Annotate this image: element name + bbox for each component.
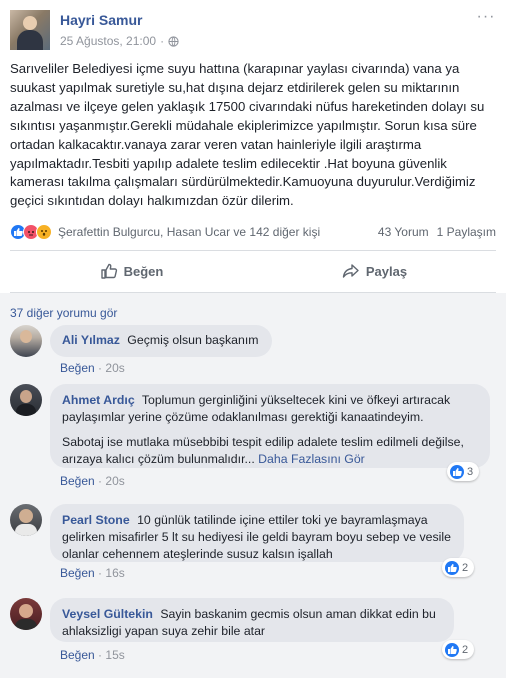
comment-like-count[interactable]: 3 <box>447 462 480 481</box>
comment-text: Geçmiş olsun başkanım <box>127 333 259 347</box>
comments-count[interactable]: 43 Yorum <box>378 225 429 239</box>
like-label: Beğen <box>123 263 164 279</box>
wow-reaction-icon <box>36 224 52 240</box>
meta-separator: · <box>160 34 165 48</box>
like-count: 3 <box>467 465 474 478</box>
comment-item: Ali Yılmaz Geçmiş olsun başkanım Beğen ·… <box>10 325 506 375</box>
like-count: 2 <box>462 643 469 656</box>
commenter-avatar[interactable] <box>10 598 42 630</box>
comment-author[interactable]: Ahmet Ardıç <box>62 393 135 407</box>
post-body-text: Sarıveliler Belediyesi içme suyu hattına… <box>10 61 485 209</box>
comment-bubble: Pearl Stone 10 günlük tatilinde içine et… <box>50 504 464 562</box>
comment-item: Veysel Gültekin Sayin baskanim gecmis ol… <box>10 598 506 670</box>
comment-time[interactable]: 15s <box>105 648 124 662</box>
separator: · <box>98 566 103 580</box>
share-button[interactable]: Paylaş <box>253 252 496 290</box>
comment-like-button[interactable]: Beğen <box>60 361 95 375</box>
commenter-avatar[interactable] <box>10 325 42 357</box>
shares-count[interactable]: 1 Paylaşım <box>437 225 496 239</box>
comment-actions: Beğen · 20s <box>60 474 125 488</box>
comment-bubble: Ahmet Ardıç Toplumun gerginliğini yüksel… <box>50 384 490 468</box>
more-options-button[interactable]: ··· <box>476 9 496 26</box>
comment-author[interactable]: Ali Yılmaz <box>62 333 120 347</box>
comment-item: Pearl Stone 10 günlük tatilinde içine et… <box>10 504 506 590</box>
like-reaction-icon <box>450 464 464 479</box>
comment-like-count[interactable]: 2 <box>442 640 475 659</box>
divider <box>10 250 496 251</box>
share-arrow-icon <box>342 264 359 278</box>
thumbs-up-icon <box>100 263 117 279</box>
comment-like-button[interactable]: Beğen <box>60 648 95 662</box>
globe-icon[interactable] <box>168 35 179 47</box>
reactions-bar: Şerafettin Bulgurcu, Hasan Ucar ve 142 d… <box>10 222 496 242</box>
post-meta: 25 Ağustos, 21:00 · <box>60 34 179 48</box>
comments-section: 37 diğer yorumu gör Ali Yılmaz Geçmiş ol… <box>0 293 506 678</box>
comment-author[interactable]: Pearl Stone <box>62 513 130 527</box>
post-timestamp[interactable]: 25 Ağustos, 21:00 <box>60 34 156 48</box>
comment-bubble: Ali Yılmaz Geçmiş olsun başkanım <box>50 325 272 357</box>
post-author-name[interactable]: Hayri Samur <box>60 12 142 28</box>
author-avatar[interactable] <box>10 10 50 50</box>
comment-like-button[interactable]: Beğen <box>60 566 95 580</box>
separator: · <box>98 474 103 488</box>
post-header: Hayri Samur 25 Ağustos, 21:00 · ··· <box>10 9 496 54</box>
share-label: Paylaş <box>365 263 408 279</box>
comment-bubble: Veysel Gültekin Sayin baskanim gecmis ol… <box>50 598 454 642</box>
comment-author[interactable]: Veysel Gültekin <box>62 607 153 621</box>
separator: · <box>98 648 103 662</box>
view-more-comments-link[interactable]: 37 diğer yorumu gör <box>10 306 117 320</box>
separator: · <box>98 361 103 375</box>
comment-item: Ahmet Ardıç Toplumun gerginliğini yüksel… <box>10 384 506 496</box>
reaction-icons[interactable] <box>10 224 52 240</box>
post-actions: Beğen Paylaş <box>10 252 496 290</box>
comment-actions: Beğen · 15s <box>60 648 125 662</box>
comment-time[interactable]: 20s <box>105 361 124 375</box>
commenter-avatar[interactable] <box>10 504 42 536</box>
comment-time[interactable]: 20s <box>105 474 124 488</box>
comment-like-button[interactable]: Beğen <box>60 474 95 488</box>
like-reaction-icon <box>445 560 459 575</box>
reactors-list[interactable]: Şerafettin Bulgurcu, Hasan Ucar ve 142 d… <box>58 225 320 239</box>
like-reaction-icon <box>445 642 459 657</box>
comment-like-count[interactable]: 2 <box>442 558 475 577</box>
see-more-link[interactable]: Daha Fazlasını Gör <box>258 452 365 466</box>
comment-actions: Beğen · 20s <box>60 361 125 375</box>
comment-actions: Beğen · 16s <box>60 566 125 580</box>
commenter-avatar[interactable] <box>10 384 42 416</box>
comment-time[interactable]: 16s <box>105 566 124 580</box>
engagement-counts: 43 Yorum 1 Paylaşım <box>378 225 496 239</box>
like-button[interactable]: Beğen <box>10 252 253 290</box>
like-count: 2 <box>462 561 469 574</box>
